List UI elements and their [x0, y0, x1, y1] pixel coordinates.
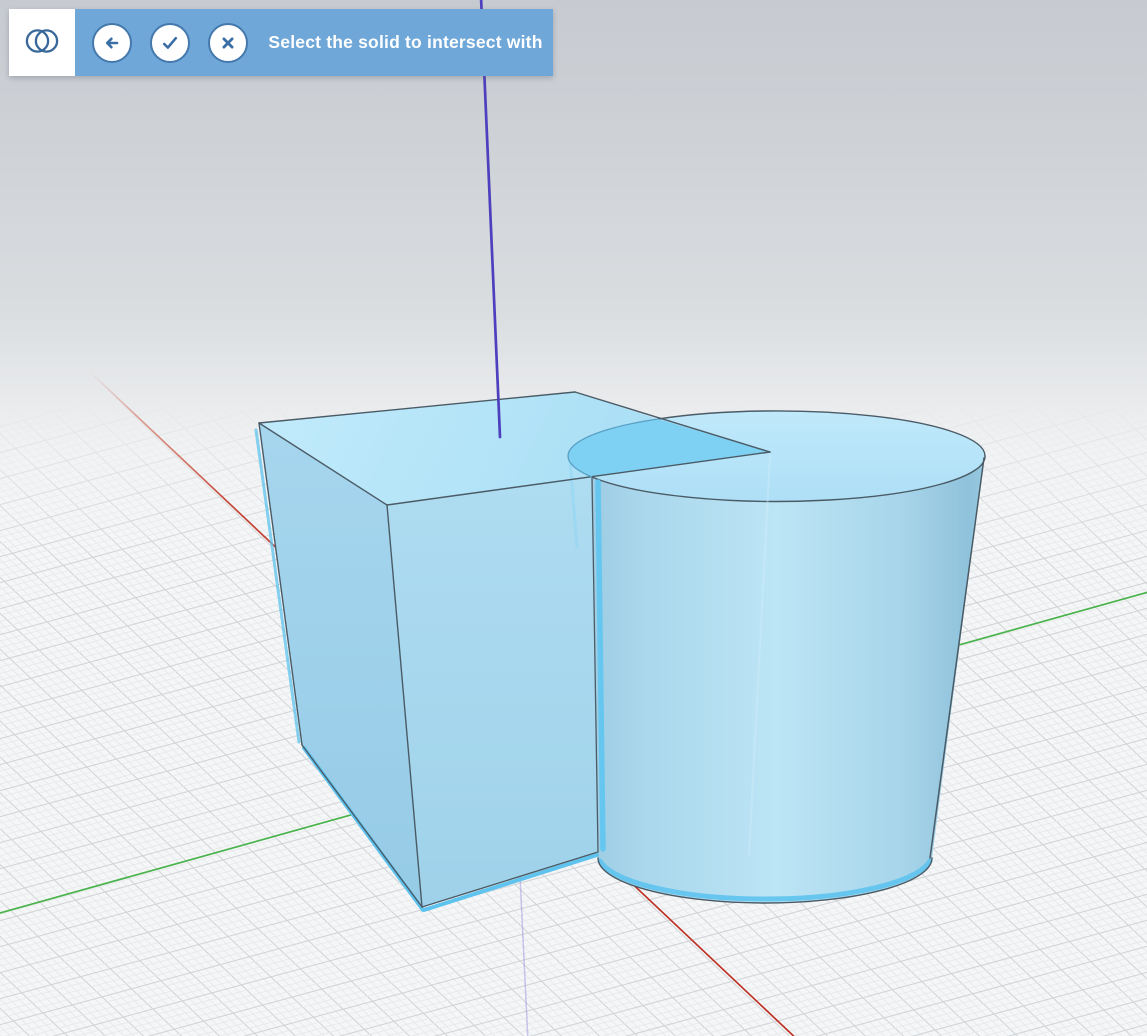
- back-button[interactable]: [92, 23, 132, 63]
- intersect-circles-icon: [23, 26, 61, 59]
- arrow-left-icon: [100, 31, 124, 55]
- app-window: Select the solid to intersect with: [0, 0, 1147, 1036]
- confirm-button[interactable]: [150, 23, 190, 63]
- check-icon: [158, 31, 182, 55]
- intersect-tool-button[interactable]: [9, 9, 75, 76]
- viewport-3d: [0, 0, 1147, 1036]
- prompt-bar: Select the solid to intersect with: [75, 9, 553, 76]
- box-front-face[interactable]: [387, 477, 598, 907]
- cylinder-solid[interactable]: [569, 411, 985, 903]
- cylinder-side-surface[interactable]: [569, 457, 984, 903]
- toolbar: Select the solid to intersect with: [9, 9, 553, 76]
- close-icon: [216, 31, 240, 55]
- prompt-text: Select the solid to intersect with: [266, 32, 553, 53]
- cancel-button[interactable]: [208, 23, 248, 63]
